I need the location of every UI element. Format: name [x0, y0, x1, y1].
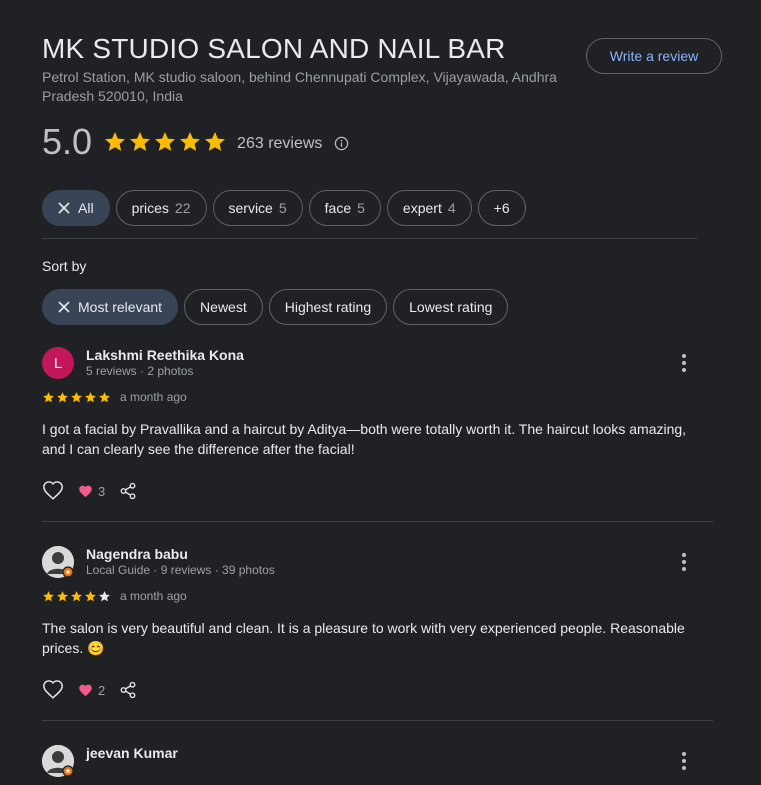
review-stars: a month ago [42, 390, 187, 404]
review-author-meta: Local Guide · 9 reviews · 39 photos [86, 563, 275, 577]
like-count: 3 [98, 483, 106, 499]
review-divider [42, 720, 713, 721]
filter-chip-expert[interactable]: expert 4 [386, 190, 472, 226]
review-text: The salon is very beautiful and clean. I… [42, 620, 685, 656]
business-title: MK STUDIO SALON AND NAIL BAR [42, 33, 506, 64]
filter-chip-count: 5 [357, 200, 365, 216]
sort-label: Sort by [42, 258, 87, 274]
star-icon [85, 590, 96, 601]
star-icon [180, 132, 201, 151]
review-count[interactable]: 263 reviews [237, 135, 322, 153]
star-icon [85, 391, 96, 402]
review-text: I got a facial by Pravallika and a hairc… [42, 421, 687, 457]
filter-chip-label: +6 [493, 200, 510, 216]
star-icon [99, 391, 110, 402]
sort-option-label: Highest rating [284, 299, 372, 315]
more-options-icon[interactable] [676, 751, 692, 771]
filter-chip-label: expert [402, 200, 442, 216]
business-address: Petrol Station, MK studio saloon, behind… [42, 69, 557, 104]
profile-photo-icon [42, 546, 74, 578]
review-time: a month ago [120, 589, 187, 603]
sort-options: Most relevant Newest Highest rating Lowest … [42, 289, 509, 325]
avatar[interactable] [42, 745, 74, 777]
filter-chip-count: 22 [174, 200, 191, 216]
sort-option-highest-rating[interactable]: Highest rating [268, 289, 388, 325]
filter-chip-face[interactable]: face 5 [308, 190, 381, 226]
avatar[interactable]: L [42, 347, 74, 379]
star-icon [205, 132, 226, 151]
share-icon[interactable] [119, 681, 137, 699]
heart-icon [79, 684, 92, 696]
review-actions: 3 [42, 480, 137, 502]
review-actions: 2 [42, 679, 137, 701]
filter-chip-label: All [78, 200, 94, 216]
like-button[interactable] [42, 480, 64, 502]
rating-stars [103, 130, 227, 154]
close-icon [58, 301, 70, 313]
star-icon [130, 132, 151, 151]
star-icon [57, 391, 68, 402]
sort-option-newest[interactable]: Newest [184, 289, 263, 325]
review-author[interactable]: Lakshmi Reethika Kona [86, 347, 244, 363]
star-icon [57, 590, 68, 601]
sort-option-lowest-rating[interactable]: Lowest rating [393, 289, 509, 325]
write-review-button[interactable]: Write a review [586, 38, 722, 74]
star-icon [99, 590, 110, 601]
rating-summary: 5.0 263 reviews [42, 121, 349, 162]
review-author[interactable]: Nagendra babu [86, 546, 188, 562]
sort-option-most-relevant[interactable]: Most relevant [42, 289, 179, 325]
sort-option-label: Lowest rating [409, 299, 493, 315]
review-divider [42, 521, 713, 522]
info-icon[interactable] [334, 136, 349, 151]
share-icon[interactable] [119, 482, 137, 500]
avatar[interactable] [42, 546, 74, 578]
close-icon [58, 202, 70, 214]
filter-chip-label: face [324, 200, 352, 216]
filter-chips: All prices 22 service 5 face 5 expert 4 +6 [42, 190, 526, 226]
star-icon [71, 391, 82, 402]
review-author[interactable]: jeevan Kumar [86, 745, 178, 761]
review-stars: a month ago [42, 589, 187, 603]
filter-chip-all[interactable]: All [42, 190, 110, 226]
filter-chip-6[interactable]: +6 [477, 190, 526, 226]
profile-photo-icon [42, 745, 74, 777]
star-icon [43, 590, 54, 601]
filter-chip-prices[interactable]: prices 22 [115, 190, 207, 226]
review-author-meta: 5 reviews · 2 photos [86, 364, 194, 378]
star-icon [71, 590, 82, 601]
sort-option-label: Newest [200, 299, 247, 315]
like-button[interactable] [42, 679, 64, 701]
sort-option-label: Most relevant [78, 299, 163, 315]
filter-chip-count: 5 [278, 200, 287, 216]
heart-icon [79, 485, 92, 497]
filter-chip-count: 4 [447, 200, 456, 216]
review-time: a month ago [120, 390, 187, 404]
more-options-icon[interactable] [676, 353, 692, 373]
rating-value: 5.0 [42, 121, 93, 162]
star-icon [43, 391, 54, 402]
filter-chip-service[interactable]: service 5 [212, 190, 303, 226]
divider [42, 238, 697, 239]
like-count: 2 [98, 682, 106, 698]
more-options-icon[interactable] [676, 552, 692, 572]
filter-chip-label: prices [131, 200, 169, 216]
star-icon [155, 132, 176, 151]
star-icon [105, 132, 126, 151]
filter-chip-label: service [228, 200, 273, 216]
